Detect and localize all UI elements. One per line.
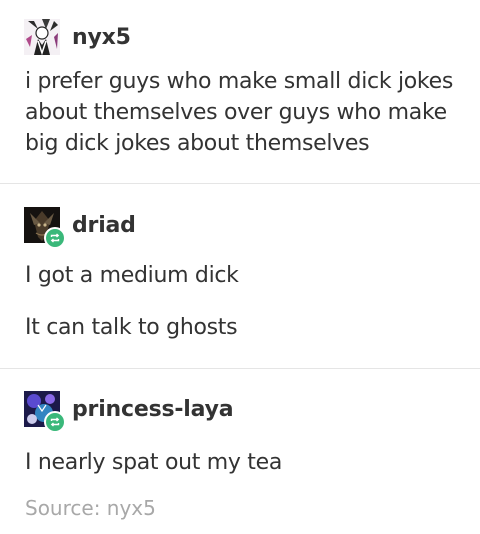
avatar[interactable] [24,207,66,249]
post-text: I got a medium dick [25,263,239,288]
reblog-icon [44,411,66,433]
post-header: princess-laya [24,390,234,433]
post-text: I nearly spat out my tea [25,450,283,475]
post-header: driad [24,206,136,249]
reblog-icon [44,227,66,249]
avatar[interactable] [24,19,60,55]
username[interactable]: nyx5 [72,25,131,50]
nyx5-avatar-icon [24,19,60,55]
post-text: i prefer guys who make small dick jokes … [25,69,453,156]
avatar[interactable] [24,391,66,433]
post-header: nyx5 [24,18,131,56]
post-nyx5: nyx5 i prefer guys who make small dick j… [0,0,480,183]
post-text: It can talk to ghosts [25,315,238,340]
username[interactable]: driad [72,213,136,238]
post-driad: driad I got a medium dick It can talk to… [0,184,480,367]
source-link[interactable]: Source: nyx5 [25,496,156,520]
post-princess-laya: princess-laya I nearly spat out my tea S… [0,369,480,534]
username[interactable]: princess-laya [72,397,234,422]
